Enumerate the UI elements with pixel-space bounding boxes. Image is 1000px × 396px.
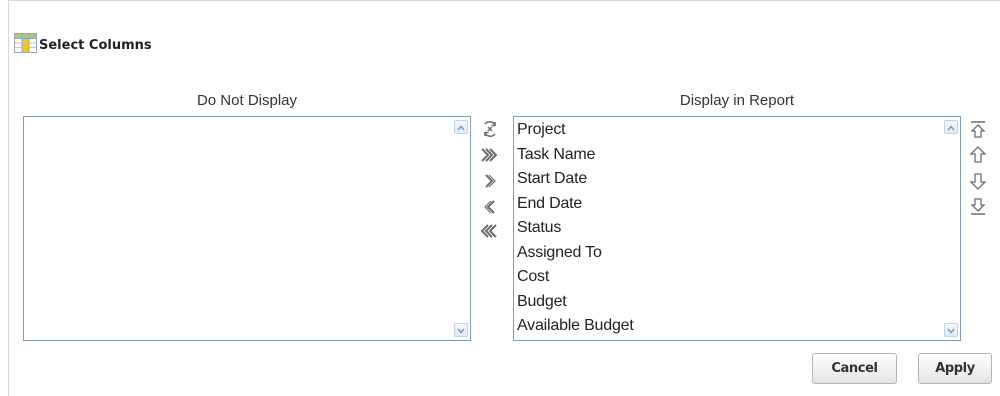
remove-all-icon (480, 223, 498, 244)
reset-button[interactable] (480, 120, 500, 142)
move-bottom-button[interactable] (968, 197, 988, 219)
list-item[interactable]: Budget (517, 290, 960, 315)
list-item[interactable]: Status (517, 216, 960, 241)
chevron-up-icon (947, 118, 955, 136)
display-in-report-label: Display in Report (679, 92, 795, 109)
move-top-icon (969, 120, 987, 145)
list-item[interactable]: Cost (517, 265, 960, 290)
right-scroll-up-button[interactable] (944, 120, 958, 134)
remove-button[interactable] (480, 198, 500, 220)
display-in-report-list[interactable]: Project Task Name Start Date End Date Status… (513, 116, 961, 341)
list-item[interactable]: Start Date (517, 167, 960, 192)
list-item[interactable]: Available Budget (517, 314, 960, 339)
chevron-down-icon (947, 321, 955, 339)
apply-button[interactable]: Apply (918, 353, 992, 384)
move-bottom-icon (969, 196, 987, 221)
reset-icon (481, 120, 499, 143)
left-scroll-down-button[interactable] (454, 323, 468, 337)
remove-icon (483, 199, 497, 220)
list-item[interactable]: Project (517, 118, 960, 143)
move-up-icon (969, 145, 987, 170)
move-all-button[interactable] (479, 146, 499, 168)
do-not-display-label: Do Not Display (196, 92, 298, 109)
chevron-up-icon (457, 118, 465, 136)
remove-all-button[interactable] (479, 222, 499, 244)
move-button[interactable] (480, 172, 500, 194)
move-top-button[interactable] (968, 120, 988, 145)
do-not-display-list[interactable] (23, 116, 471, 341)
move-down-button[interactable] (968, 172, 988, 194)
move-up-button[interactable] (968, 145, 988, 170)
cancel-button[interactable]: Cancel (812, 353, 897, 384)
right-scroll-down-button[interactable] (944, 323, 958, 337)
list-item[interactable]: End Date (517, 192, 960, 217)
list-item[interactable]: Task Name (517, 143, 960, 168)
move-all-icon (480, 147, 498, 168)
dialog-header: Select Columns (14, 31, 152, 60)
dialog-title: Select Columns (39, 37, 152, 53)
move-icon (483, 173, 497, 194)
list-item[interactable]: Assigned To (517, 241, 960, 266)
chevron-down-icon (457, 321, 465, 339)
right-list-scrollbar[interactable] (943, 117, 960, 340)
left-scroll-up-button[interactable] (454, 120, 468, 134)
table-columns-icon (14, 31, 38, 60)
left-list-scrollbar[interactable] (453, 117, 470, 340)
move-down-icon (969, 171, 987, 196)
